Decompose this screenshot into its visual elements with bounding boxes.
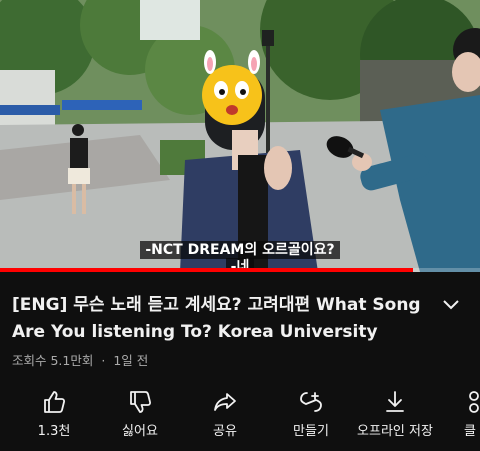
share-label: 공유 [213,424,237,439]
expand-description-button[interactable] [440,293,462,315]
remix-button[interactable]: 만들기 [266,385,356,445]
share-icon [214,393,236,411]
upload-age: 1일 전 [113,353,149,368]
progress-bar[interactable] [0,268,480,272]
share-button[interactable]: 공유 [180,385,270,445]
video-meta[interactable]: 조회수 5.1만회 · 1일 전 [12,350,152,369]
progress-fill [0,268,413,272]
like-button[interactable]: 1.3천 [9,385,99,445]
video-frame [0,0,480,272]
video-player[interactable]: -NCT DREAM의 오르골이요? -네 [0,0,480,272]
chevron-down-icon [443,300,459,310]
thumbs-down-icon [130,391,152,413]
remix-icon [300,392,322,412]
like-count: 1.3천 [37,424,71,439]
download-label: 오프라인 저장 [357,424,433,439]
view-count: 조회수 5.1만회 [12,353,94,368]
thumbs-up-icon [44,391,66,413]
meta-separator: · [101,353,106,368]
remix-label: 만들기 [293,424,329,439]
download-button[interactable]: 오프라인 저장 [350,385,440,445]
clip-icon [469,391,479,413]
video-title[interactable]: [ENG] 무슨 노래 듣고 계세요? 고려대편 What Song Are Y… [12,292,432,346]
download-icon [386,391,404,412]
dislike-button[interactable]: 싫어요 [95,385,185,445]
dislike-label: 싫어요 [122,424,158,439]
action-bar: 1.3천 싫어요 공유 만들기 오프라인 저장 클 [0,385,480,451]
clip-button[interactable]: 클 [444,385,480,445]
clip-label: 클 [464,424,476,439]
